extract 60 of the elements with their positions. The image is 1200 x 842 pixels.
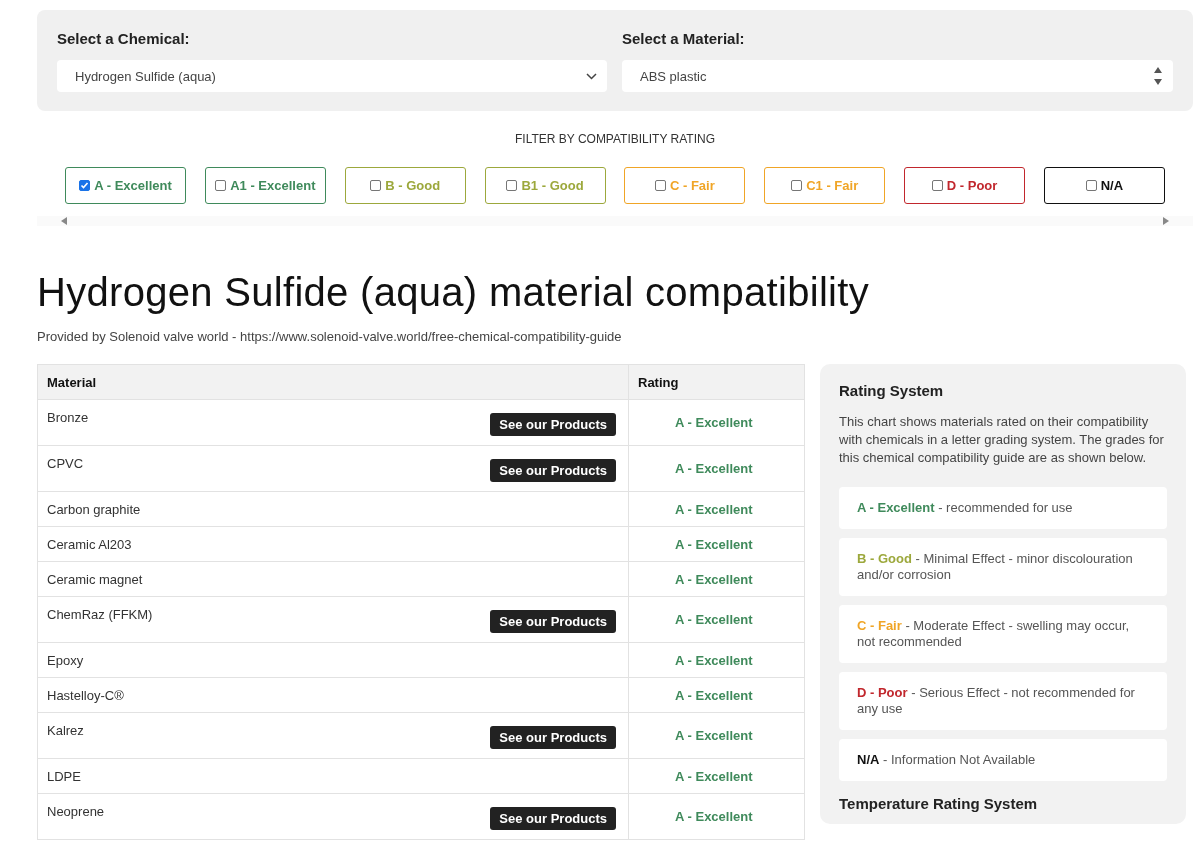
grade-description: A - Excellent - recommended for use xyxy=(839,487,1167,529)
grade-description: D - Poor - Serious Effect - not recommended for any use xyxy=(839,672,1167,730)
rating-filter[interactable]: A1 - Excellent xyxy=(204,167,326,204)
checkbox[interactable] xyxy=(79,180,91,191)
rating-text: A - Excellent xyxy=(675,728,753,743)
rating-text: A - Excellent xyxy=(675,612,753,627)
material-name: Kalrez xyxy=(47,723,84,738)
material-name: Neoprene xyxy=(47,804,105,819)
rating-text: A - Excellent xyxy=(675,536,753,552)
page-title: Hydrogen Sulfide (aqua) material compatibility xyxy=(37,270,870,315)
checkbox[interactable] xyxy=(506,180,518,191)
material-listbox[interactable]: ABS plastic xyxy=(622,60,1173,92)
material-name: Hastelloy-C® xyxy=(47,688,124,703)
rating-filter[interactable]: A - Excellent xyxy=(65,167,186,204)
rating-filter[interactable]: N/A xyxy=(1043,167,1165,204)
rating-text: A - Excellent xyxy=(675,687,753,703)
chemical-dropdown[interactable]: Hydrogen Sulfide (aqua) xyxy=(57,60,607,92)
material-name: Epoxy xyxy=(47,653,84,668)
rating-filter[interactable]: D - Poor xyxy=(904,167,1026,204)
grade-description: C - Fair - Moderate Effect - swelling may occur, not recommended xyxy=(839,605,1167,663)
checkbox[interactable] xyxy=(791,180,803,191)
rating-text: A - Excellent xyxy=(675,415,753,430)
material-name: ChemRaz (FFKM) xyxy=(47,607,153,622)
column-header: Material xyxy=(46,374,98,392)
products-button[interactable]: See our Products xyxy=(490,610,616,633)
material-name: Bronze xyxy=(47,410,89,425)
panel-title: Rating System xyxy=(839,382,945,399)
products-button[interactable]: See our Products xyxy=(490,807,616,830)
checkbox[interactable] xyxy=(654,180,666,191)
material-name: Ceramic Al203 xyxy=(47,537,132,552)
horizontal-scrollbar[interactable] xyxy=(37,216,1193,226)
rating-text: A - Excellent xyxy=(675,461,753,476)
rating-text: A - Excellent xyxy=(675,571,753,587)
checkbox[interactable] xyxy=(215,180,227,191)
material-name: CPVC xyxy=(47,456,84,471)
rating-text: A - Excellent xyxy=(675,809,753,824)
filter-title: FILTER BY COMPATIBILITY RATING xyxy=(513,132,716,146)
select-label: Select a Material: xyxy=(622,30,746,47)
checkbox[interactable] xyxy=(931,180,943,191)
rating-text: A - Excellent xyxy=(675,652,753,668)
panel-intro: This chart shows materials rated on their compatibility with chemicals in a letter grading system. The grades for this chemical compatibility guide are as shown below. xyxy=(839,413,1165,467)
scroll-left-icon[interactable] xyxy=(61,217,67,225)
grade-description: N/A - Information Not Available xyxy=(839,739,1167,781)
products-button[interactable]: See our Products xyxy=(490,726,616,749)
source-text: Provided by Solenoid valve world - https://www.solenoid-valve.world/free-chemical-compatibility-guide xyxy=(37,329,623,344)
checkbox[interactable] xyxy=(370,180,382,191)
rating-text: A - Excellent xyxy=(675,768,753,784)
products-button[interactable]: See our Products xyxy=(490,413,616,436)
grade-description: B - Good - Minimal Effect - minor discolouration and/or corrosion xyxy=(839,538,1167,596)
material-name: Carbon graphite xyxy=(47,502,141,517)
scroll-right-icon[interactable] xyxy=(1163,217,1169,225)
chevron-down-icon xyxy=(586,72,597,80)
products-button[interactable]: See our Products xyxy=(490,459,616,482)
rating-text: A - Excellent xyxy=(675,501,753,517)
section-title: Temperature Rating System xyxy=(839,795,1039,812)
scroll-arrows-icon xyxy=(1153,65,1163,87)
material-name: LDPE xyxy=(47,769,81,784)
checkbox[interactable] xyxy=(1085,180,1097,191)
material-name: Ceramic magnet xyxy=(47,572,143,587)
select-label: Select a Chemical: xyxy=(57,30,191,47)
